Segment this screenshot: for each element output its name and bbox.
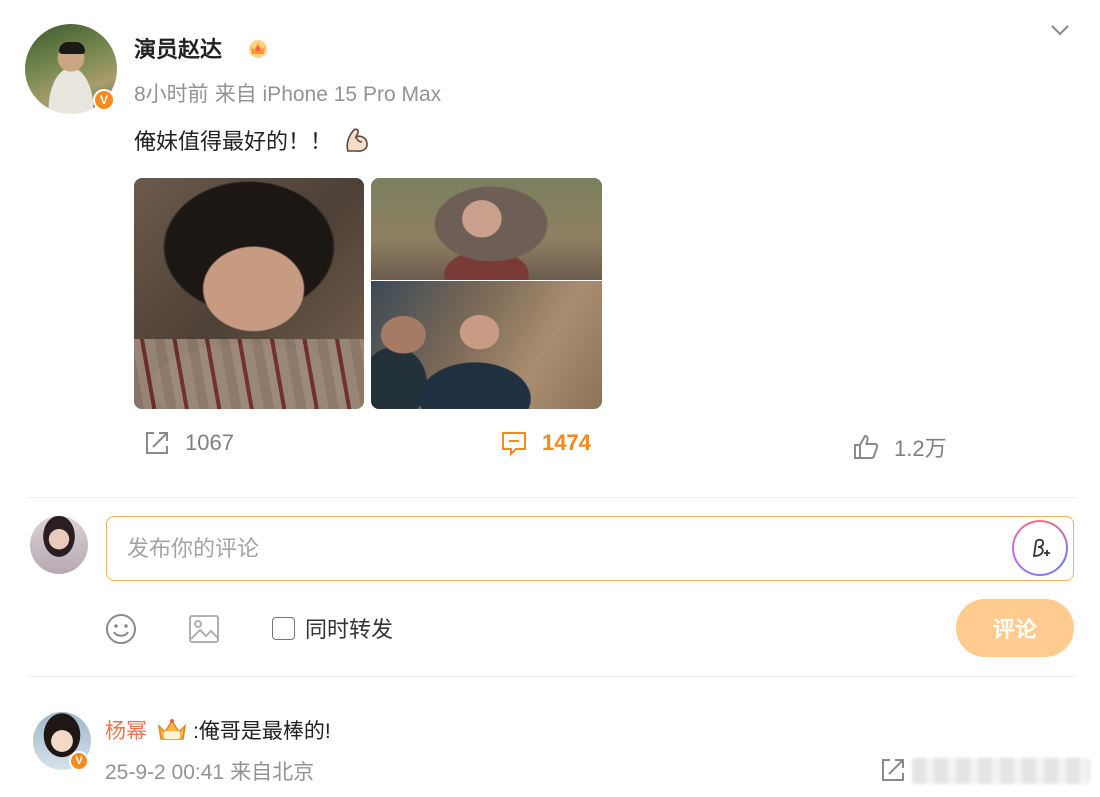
- post-text-content: 俺妹值得最好的！！: [134, 129, 333, 154]
- author-name[interactable]: 演员赵达: [134, 32, 222, 64]
- comment-count: 1474: [542, 430, 591, 455]
- share-icon: [146, 432, 168, 454]
- reply-text: :俺哥是最棒的!: [193, 720, 331, 743]
- post-image-1[interactable]: [134, 178, 364, 409]
- repost-checkbox[interactable]: 同时转发: [272, 612, 393, 644]
- post-source: 来自 iPhone 15 Pro Max: [214, 83, 442, 106]
- post-text: 俺妹值得最好的！！: [134, 124, 372, 156]
- divider: [28, 497, 1076, 498]
- reply-location: 来自北京: [230, 761, 315, 784]
- submit-comment-button[interactable]: 评论: [956, 599, 1074, 657]
- verified-badge: V: [93, 89, 115, 111]
- share-icon[interactable]: [880, 757, 906, 783]
- image-icon[interactable]: [187, 612, 221, 646]
- post-meta: 8小时前 来自 iPhone 15 Pro Max: [134, 78, 441, 108]
- reply-line: 杨幂 :俺哥是最棒的!: [105, 715, 331, 745]
- vip-crown-icon: [157, 719, 187, 740]
- post-image-2-top[interactable]: [371, 178, 602, 280]
- comment-icon: [502, 432, 526, 457]
- like-count: 1.2万: [894, 436, 947, 461]
- ai-pen-icon: [1032, 538, 1050, 557]
- verified-badge: V: [69, 751, 89, 771]
- current-user-avatar[interactable]: [30, 516, 88, 574]
- blurred-actions: [912, 758, 1090, 784]
- divider: [28, 676, 1076, 677]
- comment-button[interactable]: 1474: [500, 429, 591, 457]
- emoji-icon[interactable]: [104, 612, 138, 646]
- crown-icon: [249, 40, 267, 58]
- post-image-2-bottom[interactable]: [371, 281, 602, 409]
- reply-date: 25-9-2 00:41: [105, 761, 225, 784]
- like-button[interactable]: 1.2万: [852, 431, 947, 463]
- share-count: 1067: [185, 430, 234, 455]
- ai-pen-button[interactable]: [1012, 520, 1068, 576]
- comment-input[interactable]: [106, 516, 1074, 581]
- chevron-down-icon[interactable]: [1048, 18, 1072, 42]
- share-button[interactable]: 1067: [143, 429, 234, 457]
- post-time[interactable]: 8小时前: [134, 83, 209, 106]
- reply-username[interactable]: 杨幂: [105, 715, 147, 745]
- like-icon: [854, 434, 879, 459]
- repost-label: 同时转发: [305, 617, 394, 642]
- flexed-biceps-icon: [346, 128, 368, 152]
- reply-meta: 25-9-2 00:41 来自北京: [105, 756, 314, 786]
- checkbox[interactable]: [272, 616, 295, 640]
